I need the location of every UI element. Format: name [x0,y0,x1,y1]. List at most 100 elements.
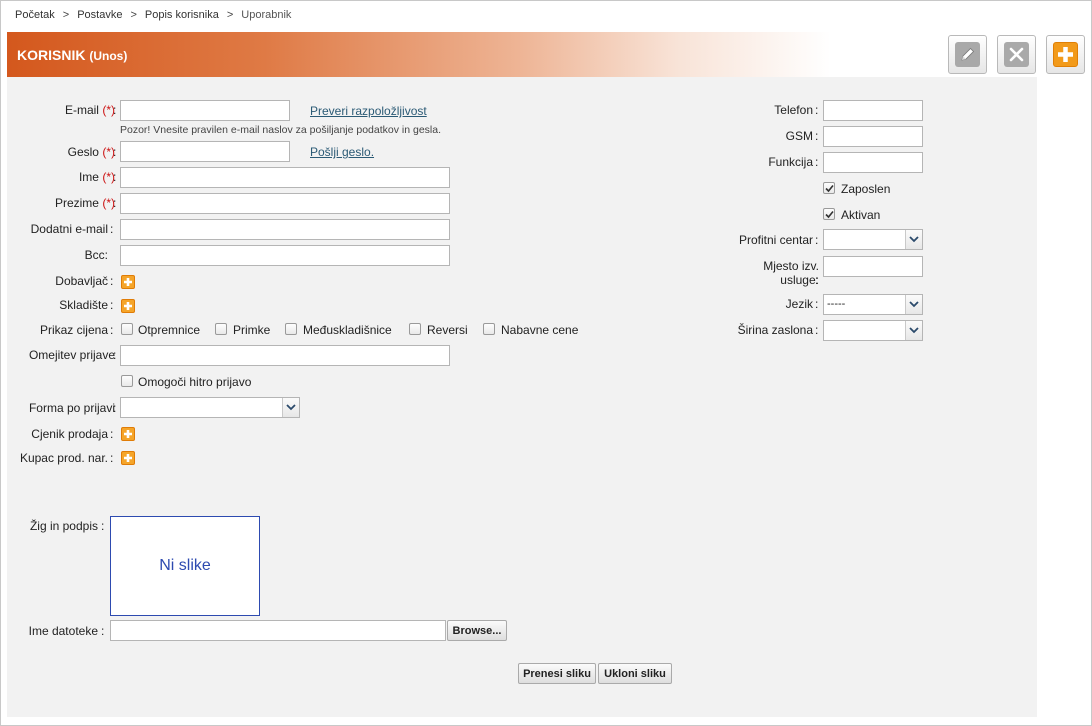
supplier-label: Dobavljač [55,274,108,288]
first-name-input[interactable] [120,167,450,188]
label-colon: : [110,323,114,337]
select-value: ----- [827,298,846,310]
checkbox-purchase-prices[interactable] [483,323,495,335]
function-input[interactable] [823,152,923,173]
label-colon: : [113,196,117,210]
breadcrumb-current: Uporabnik [241,9,292,21]
label-colon: : [101,624,105,638]
remove-image-button[interactable]: Ukloni sliku [598,663,672,684]
first-name-label: Ime (*) [79,170,115,184]
language-select[interactable]: ----- [823,294,923,315]
breadcrumb-separator: > [62,9,70,21]
breadcrumb-settings[interactable]: Postavke [77,9,122,21]
screen-width-label: Širina zaslona [737,323,813,337]
label-colon: : [815,323,819,337]
checkbox-transfers[interactable] [285,323,297,335]
label-colon: : [815,297,819,311]
bcc-input[interactable] [120,245,450,266]
plus-icon [124,278,132,286]
quick-login-checkbox[interactable] [121,375,133,387]
label-colon: : [110,274,114,288]
page-subtitle: (Unos) [89,49,128,63]
label-colon: : [113,170,117,184]
service-place-label: Mjesto izv. usluge: [763,259,819,287]
label-colon: : [113,348,117,362]
file-name-input[interactable] [110,620,446,641]
price-display-label: Prikaz cijena [39,323,108,337]
extra-email-input[interactable] [120,219,450,240]
label-colon: : [815,233,819,247]
add-supplier-button[interactable] [121,275,135,289]
label-colon: : [110,222,114,236]
header-bar [7,32,1037,77]
upload-image-button[interactable]: Prenesi sliku [518,663,596,684]
page-title-text: KORISNIK [17,47,86,63]
checkmark-icon [824,210,834,218]
checkbox-label: Otpremnice [138,323,201,337]
checkbox-delivery-notes[interactable] [121,323,133,335]
employed-label: Zaposlen [841,182,891,196]
chevron-down-icon [905,230,922,249]
language-label: Jezik [785,297,813,311]
edit-button[interactable] [948,35,987,74]
password-input[interactable] [120,141,290,162]
close-button[interactable] [997,35,1036,74]
label-colon: : [110,451,114,465]
form-after-login-label: Forma po prijavi [28,401,115,415]
plus-icon [124,302,132,310]
checkbox-label: Reversi [427,323,468,337]
last-name-input[interactable] [120,193,450,214]
breadcrumb-separator: > [226,9,234,21]
checkbox-receipts[interactable] [215,323,227,335]
chevron-down-icon [282,398,299,417]
profit-center-select[interactable] [823,229,923,250]
send-password-link[interactable]: Pošlji geslo. [310,145,374,159]
screen-width-select[interactable] [823,320,923,341]
employed-checkbox[interactable] [823,182,835,194]
breadcrumb-user-list[interactable]: Popis korisnika [145,9,219,21]
breadcrumb-separator: > [130,9,137,21]
warehouse-label: Skladište [59,298,108,312]
label-colon: : [110,427,114,441]
service-place-label-line2: usluge: [780,273,819,287]
add-sales-pricelist-button[interactable] [121,427,135,441]
browse-button[interactable]: Browse... [447,620,507,641]
sales-pricelist-label: Cjenik prodaja [31,427,108,441]
last-name-label: Prezime (*) [55,196,115,210]
bcc-label: Bcc: [84,248,108,262]
gsm-input[interactable] [823,126,923,147]
breadcrumb: Početak > Postavke > Popis korisnika > Uporabn… [15,9,291,21]
password-label: Geslo (*) [68,145,115,159]
customer-order-label: Kupac prod. nar. [19,451,108,465]
check-availability-link[interactable]: Preveri razpoložljivost [310,104,427,118]
profit-center-label: Profitni centar [738,233,813,247]
phone-label: Telefon [774,103,813,117]
active-label: Aktivan [841,208,881,222]
login-limit-input[interactable] [120,345,450,366]
phone-input[interactable] [823,100,923,121]
add-customer-order-button[interactable] [121,451,135,465]
checkbox-reverses[interactable] [409,323,421,335]
active-checkbox[interactable] [823,208,835,220]
email-hint: Pozor! Vnesite pravilen e-mail naslov za… [120,124,442,136]
page-title: KORISNIK (Unos) [17,47,127,63]
email-input[interactable] [120,100,290,121]
label-colon: : [113,401,117,415]
plus-icon [124,430,132,438]
service-place-label-line1: Mjesto izv. [763,259,819,273]
label-colon: : [113,145,117,159]
password-label-text: Geslo [67,145,99,159]
add-button[interactable] [1046,35,1085,74]
form-after-login-select[interactable] [120,397,300,418]
checkmark-icon [824,184,834,192]
email-label: E-mail (*) [65,103,115,117]
file-name-label: Ime datoteke [28,624,98,638]
add-warehouse-button[interactable] [121,299,135,313]
no-image-text: Ni slike [159,557,211,574]
login-limit-label: Omejitev prijave [28,348,115,362]
label-colon: : [113,103,117,117]
breadcrumb-home[interactable]: Početak [15,9,55,21]
service-place-input[interactable] [823,256,923,277]
checkbox-label: Međuskladišnice [303,323,392,337]
label-colon: : [110,298,114,312]
